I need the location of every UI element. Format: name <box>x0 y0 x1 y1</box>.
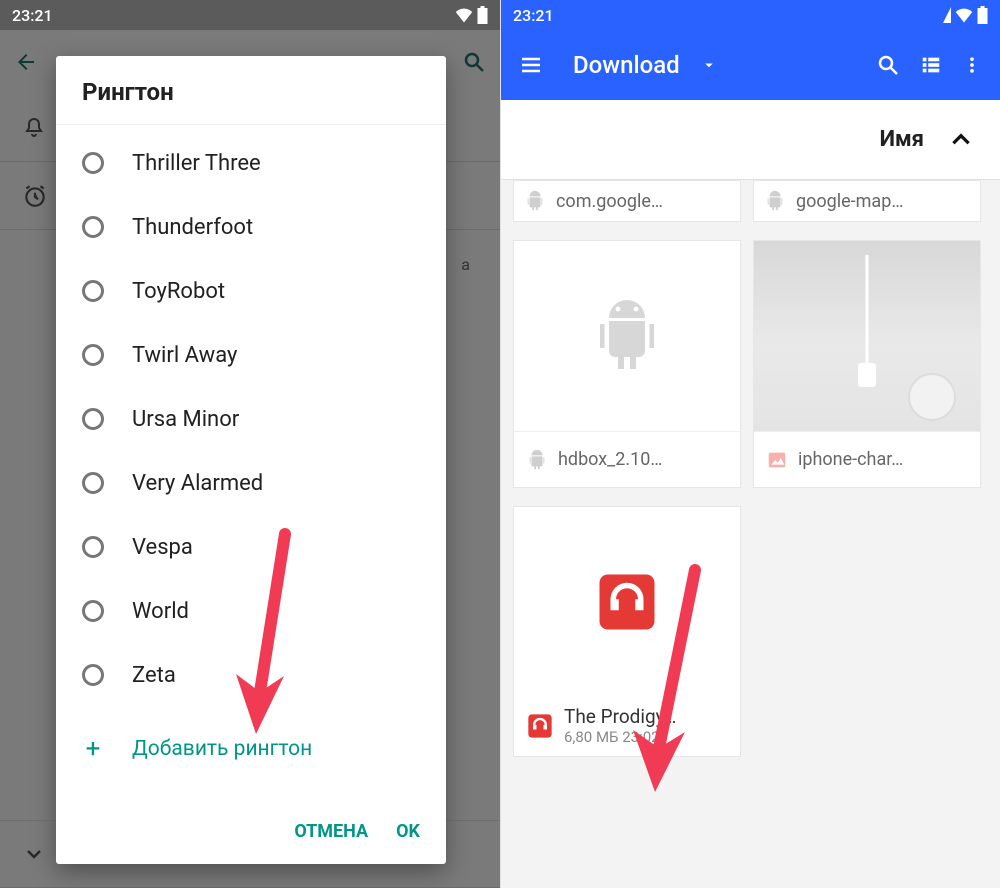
view-grid-icon[interactable] <box>920 54 942 76</box>
status-time: 23:21 <box>513 6 943 25</box>
file-name: com.google… <box>556 191 663 212</box>
file-name: hdbox_2.10… <box>558 449 662 470</box>
ringtone-option[interactable]: Thriller Three <box>56 131 446 195</box>
app-bar: Download <box>501 30 1000 100</box>
search-icon[interactable] <box>876 53 900 77</box>
overflow-menu-icon[interactable] <box>962 53 982 77</box>
radio-icon <box>82 344 104 366</box>
file-tile[interactable]: hdbox_2.10… <box>513 240 741 488</box>
add-ringtone-label: Добавить рингтон <box>132 737 312 761</box>
status-bar: 23:21 <box>0 0 500 30</box>
file-name: The Prodigy… <box>564 705 676 728</box>
ringtone-option[interactable]: Zeta <box>56 643 446 707</box>
right-screenshot: 23:21 Download Имя com.google… <box>500 0 1000 888</box>
ringtone-option[interactable]: Thunderfoot <box>56 195 446 259</box>
add-ringtone-button[interactable]: + Добавить рингтон <box>56 717 446 781</box>
radio-icon <box>82 216 104 238</box>
sort-label: Имя <box>880 127 924 152</box>
ringtone-dialog: Рингтон Thriller Three Thunderfoot ToyRo… <box>56 56 446 864</box>
apk-thumbnail <box>514 241 740 431</box>
headphones-icon <box>594 569 660 635</box>
file-tile[interactable]: The Prodigy… 6,80 МБ 23:02 <box>513 506 741 757</box>
ringtone-label: World <box>132 599 189 624</box>
headphones-icon <box>526 712 554 740</box>
status-icons <box>943 6 988 24</box>
ringtone-label: Vespa <box>132 535 193 560</box>
dialog-title: Рингтон <box>56 56 446 125</box>
radio-icon <box>82 152 104 174</box>
battery-icon <box>477 6 488 24</box>
wifi-icon <box>455 7 473 23</box>
status-icons <box>455 6 488 24</box>
wifi-icon <box>955 7 973 23</box>
status-time: 23:21 <box>12 6 455 25</box>
ringtone-label: Very Alarmed <box>132 471 263 496</box>
ringtone-option[interactable]: Vespa <box>56 515 446 579</box>
ringtone-label: Zeta <box>132 663 176 688</box>
ringtone-option[interactable]: Very Alarmed <box>56 451 446 515</box>
chevron-up-icon <box>948 127 974 153</box>
file-tile[interactable]: com.google… <box>513 180 741 222</box>
ringtone-label: Thunderfoot <box>132 215 253 240</box>
radio-icon <box>82 472 104 494</box>
android-icon <box>764 190 786 212</box>
ringtone-label: ToyRobot <box>132 279 225 304</box>
signal-icon <box>943 7 951 23</box>
file-name: iphone-char… <box>798 449 903 470</box>
left-screenshot: 23:21 а Рингтон Thriller Three Thund <box>0 0 500 888</box>
bell-icon <box>22 116 46 140</box>
plus-icon: + <box>82 734 104 764</box>
image-icon <box>766 449 788 471</box>
status-bar: 23:21 <box>501 0 1000 30</box>
file-grid: com.google… google-map… hdbox_2.10… <box>501 180 1000 888</box>
file-name: google-map… <box>796 191 903 212</box>
radio-icon <box>82 600 104 622</box>
search-icon <box>462 50 486 74</box>
appbar-title[interactable]: Download <box>573 51 680 79</box>
radio-icon <box>82 664 104 686</box>
radio-icon <box>82 408 104 430</box>
ringtone-option[interactable]: ToyRobot <box>56 259 446 323</box>
ringtone-label: Thriller Three <box>132 151 261 176</box>
hamburger-icon[interactable] <box>519 53 543 77</box>
ringtone-option[interactable]: World <box>56 579 446 643</box>
file-tile[interactable]: google-map… <box>753 180 981 222</box>
file-meta: 6,80 МБ 23:02 <box>564 728 676 746</box>
ringtone-label: Twirl Away <box>132 343 237 368</box>
sort-bar[interactable]: Имя <box>501 100 1000 180</box>
radio-icon <box>82 536 104 558</box>
android-icon <box>591 294 663 378</box>
audio-thumbnail <box>514 507 740 697</box>
chevron-down-icon <box>22 842 46 866</box>
dropdown-icon[interactable] <box>700 56 718 74</box>
ringtone-label: Ursa Minor <box>132 407 239 432</box>
android-icon <box>526 449 548 471</box>
ringtone-option[interactable]: Twirl Away <box>56 323 446 387</box>
file-tile[interactable]: iphone-char… <box>753 240 981 488</box>
ringtone-list: Thriller Three Thunderfoot ToyRobot Twir… <box>56 125 446 815</box>
dialog-actions: ОТМЕНА OK <box>56 821 446 864</box>
radio-icon <box>82 280 104 302</box>
image-thumbnail <box>754 241 980 431</box>
ok-button[interactable]: OK <box>396 821 420 842</box>
alarm-icon <box>22 183 48 209</box>
battery-icon <box>977 6 988 24</box>
back-icon <box>14 50 38 74</box>
ringtone-option[interactable]: Ursa Minor <box>56 387 446 451</box>
android-icon <box>524 190 546 212</box>
cancel-button[interactable]: ОТМЕНА <box>294 821 368 842</box>
